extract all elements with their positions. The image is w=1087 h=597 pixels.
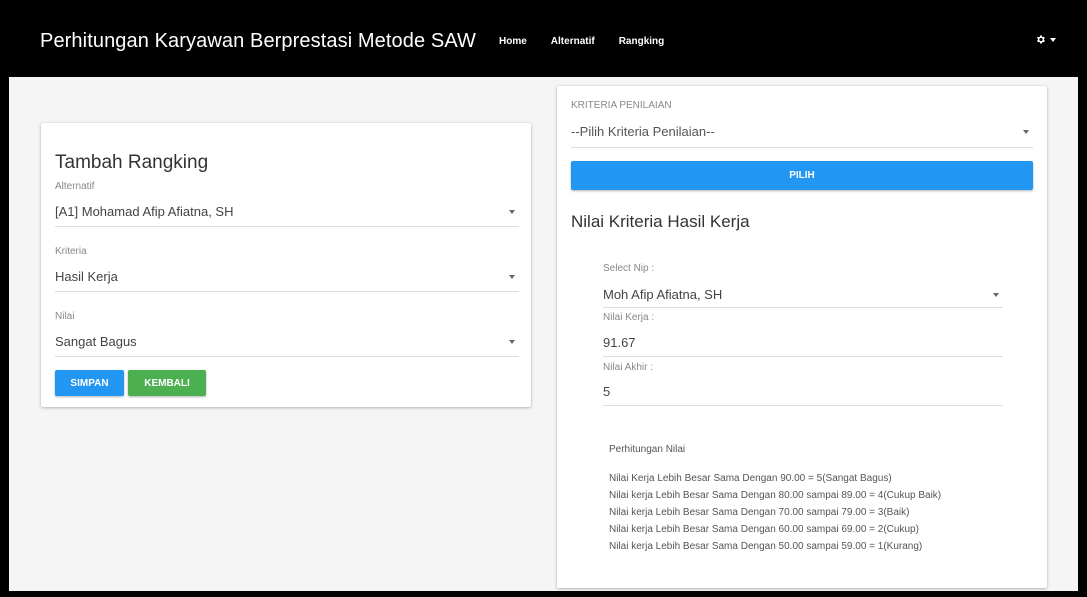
criteria-select[interactable]: --Pilih Kriteria Penilaian-- [571, 124, 1033, 148]
calc-line: Nilai kerja Lebih Besar Sama Dengan 70.0… [609, 507, 910, 518]
add-ranking-card: Tambah Rangking Alternatif [A1] Mohamad … [41, 123, 531, 407]
chevron-down-icon [993, 293, 999, 297]
calc-title: Perhitungan Nilai [609, 444, 686, 455]
nip-value: Moh Afip Afiatna, SH [603, 287, 723, 302]
nav-link-alternatif[interactable]: Alternatif [551, 36, 595, 47]
navbar: Perhitungan Karyawan Berprestasi Metode … [9, 6, 1078, 77]
kriteria-select[interactable]: Hasil Kerja [55, 269, 519, 292]
alternatif-label: Alternatif [55, 181, 95, 192]
gear-icon [1037, 35, 1045, 44]
chevron-down-icon [1023, 130, 1029, 134]
nilai-select[interactable]: Sangat Bagus [55, 334, 519, 357]
save-button[interactable]: SIMPAN [55, 370, 124, 396]
criteria-label: KRITERIA PENILAIAN [571, 100, 672, 111]
calc-line: Nilai kerja Lebih Besar Sama Dengan 60.0… [609, 524, 919, 535]
criteria-card: KRITERIA PENILAIAN --Pilih Kriteria Peni… [557, 86, 1047, 588]
calc-line: Nilai kerja Lebih Besar Sama Dengan 80.0… [609, 490, 942, 501]
calc-line: Nilai kerja Lebih Besar Sama Dengan 50.0… [609, 541, 923, 552]
nav-link-home[interactable]: Home [499, 36, 527, 47]
alternatif-value: [A1] Mohamad Afip Afiatna, SH [55, 204, 234, 219]
chevron-down-icon [1050, 37, 1056, 42]
nip-select[interactable]: Moh Afip Afiatna, SH [603, 287, 1003, 308]
nilai-label: Nilai [55, 311, 75, 322]
back-button[interactable]: KEMBALI [128, 370, 206, 396]
card-title: Tambah Rangking [55, 152, 209, 173]
nilai-kerja-value: 91.67 [603, 335, 636, 350]
chevron-down-icon [509, 210, 515, 214]
navbar-brand[interactable]: Perhitungan Karyawan Berprestasi Metode … [40, 30, 476, 53]
nilai-value: Sangat Bagus [55, 334, 137, 349]
nilai-akhir-field: 5 [603, 384, 1003, 406]
settings-menu[interactable] [1035, 34, 1056, 45]
nilai-akhir-value: 5 [603, 384, 611, 399]
nilai-akhir-label: Nilai Akhir : [603, 362, 654, 373]
choose-button[interactable]: PILIH [571, 161, 1033, 190]
app-window: Perhitungan Karyawan Berprestasi Metode … [9, 6, 1078, 591]
chevron-down-icon [509, 275, 515, 279]
nip-label: Select Nip : [603, 263, 655, 274]
nav-link-rangking[interactable]: Rangking [619, 36, 665, 47]
criteria-value: --Pilih Kriteria Penilaian-- [571, 124, 715, 139]
kriteria-value: Hasil Kerja [55, 269, 118, 284]
section-title: Nilai Kriteria Hasil Kerja [571, 212, 750, 231]
alternatif-select[interactable]: [A1] Mohamad Afip Afiatna, SH [55, 204, 519, 227]
kriteria-label: Kriteria [55, 246, 87, 257]
nilai-kerja-label: Nilai Kerja : [603, 312, 655, 323]
chevron-down-icon [509, 340, 515, 344]
calc-line: Nilai Kerja Lebih Besar Sama Dengan 90.0… [609, 473, 892, 484]
nilai-kerja-field: 91.67 [603, 335, 1003, 357]
